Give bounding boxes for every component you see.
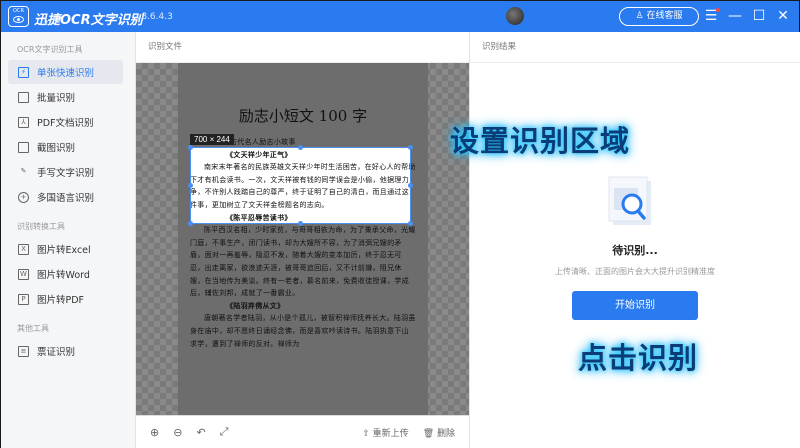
globe-icon: +: [18, 191, 29, 203]
status-text: 待识别...: [612, 244, 658, 257]
resize-handle[interactable]: [408, 221, 413, 226]
section-other-tools: 其他工具: [17, 324, 49, 333]
sidebar-item-label: 截图识别: [37, 143, 76, 154]
delete-button[interactable]: 🗑 删除: [423, 426, 455, 439]
logo-text: OCR: [13, 8, 24, 14]
pane-divider: [469, 32, 470, 448]
section-convert-tools: 识别转换工具: [17, 222, 65, 231]
title-bar: OCR 迅捷OCR文字识别 v8.6.4.3 ♙ 在线客服 ☰ — ☐ ✕: [0, 0, 800, 32]
hint-text: 上传清晰、正面的图片会大大提升识别精准度: [555, 267, 715, 276]
sidebar-item-word[interactable]: W 图片转Word: [8, 262, 123, 286]
start-recognition-button[interactable]: 开始识别: [572, 291, 698, 320]
excel-icon: X: [18, 243, 29, 255]
sidebar-item-multilang[interactable]: + 多国语言识别: [8, 185, 123, 209]
sidebar-item-label: 图片转Excel: [37, 245, 91, 256]
pdf-file-icon: P: [18, 293, 29, 305]
zoom-out-icon[interactable]: ⊖: [173, 426, 182, 439]
selection-size-label: 700 × 244: [190, 134, 234, 145]
resize-handle[interactable]: [408, 183, 413, 188]
resize-handle[interactable]: [298, 145, 303, 150]
resize-handle[interactable]: [408, 145, 413, 150]
resize-handle[interactable]: [188, 145, 193, 150]
sidebar-item-label: 批量识别: [37, 93, 76, 104]
minimize-button[interactable]: —: [727, 7, 743, 25]
app-version: v8.6.4.3: [136, 12, 173, 22]
sidebar-item-pdf[interactable]: ⅄ PDF文档识别: [8, 110, 123, 134]
sidebar-item-single-scan[interactable]: ⚡ 单张快速识别: [8, 60, 123, 84]
doc-paragraph: 唐朝著名学者陆羽，从小是个孤儿，被智积禅师抚养长大。陆羽虽身在庙中，却不愿终日诵…: [190, 314, 416, 348]
annotation-set-area: 设置识别区域: [450, 124, 631, 158]
single-scan-icon: ⚡: [18, 66, 29, 78]
sidebar-item-ticket[interactable]: ≡ 票证识别: [8, 339, 123, 363]
delete-label: 删除: [436, 428, 455, 439]
sidebar-item-label: 多国语言识别: [37, 193, 95, 204]
resize-handle[interactable]: [298, 221, 303, 226]
sidebar-item-pdf-convert[interactable]: P 图片转PDF: [8, 287, 123, 311]
zoom-in-icon[interactable]: ⊕: [150, 426, 159, 439]
service-label: 在线客服: [646, 11, 683, 21]
doc-heading: 《陆羽弃佛从文》: [226, 300, 285, 310]
fit-screen-icon[interactable]: ⤢: [220, 425, 229, 439]
annotation-click-recognize: 点击识别: [578, 341, 699, 375]
sidebar-item-handwriting[interactable]: ✎ 手写文字识别: [8, 160, 123, 184]
trash-icon: 🗑: [422, 428, 437, 439]
sidebar-item-screenshot[interactable]: 截图识别: [8, 135, 123, 159]
sidebar-item-label: PDF文档识别: [37, 118, 94, 129]
sidebar-item-label: 图片转Word: [37, 270, 90, 281]
section-ocr-tools: OCR文字识别工具: [17, 45, 83, 54]
batch-icon: [18, 91, 29, 103]
magnifier-illustration-icon: [608, 176, 651, 225]
reupload-label: 重新上传: [372, 428, 409, 439]
word-icon: W: [18, 268, 29, 280]
app-logo: OCR: [8, 6, 29, 27]
viewer-toolbar: ⊕ ⊖ ↶ ⤢ ⇧ 重新上传 🗑 删除: [136, 415, 469, 448]
online-service-button[interactable]: ♙ 在线客服: [619, 7, 699, 26]
crop-icon: [18, 141, 29, 153]
resize-handle[interactable]: [188, 221, 193, 226]
right-pane-title: 识别结果: [470, 32, 800, 63]
app-name: 迅捷OCR文字识别: [34, 13, 143, 28]
maximize-button[interactable]: ☐: [751, 7, 767, 25]
user-icon: ♙: [635, 11, 647, 21]
sidebar-item-label: 票证识别: [37, 347, 76, 358]
sidebar-item-label: 图片转PDF: [37, 295, 85, 306]
left-pane-title: 识别文件: [136, 32, 469, 63]
resize-handle[interactable]: [188, 183, 193, 188]
doc-paragraph: 陈平西汉名相，少时家贫，与哥哥相依为命，为了秉承父命，光耀门庭，不事生产，闭门读…: [190, 226, 416, 298]
upload-icon: ⇧: [362, 428, 373, 439]
pdf-icon: ⅄: [18, 116, 29, 128]
rotate-icon[interactable]: ↶: [196, 426, 205, 439]
close-button[interactable]: ✕: [775, 7, 791, 25]
ticket-icon: ≡: [18, 345, 29, 357]
doc-heading: 《文天祥少年正气》: [226, 149, 292, 159]
sidebar-item-label: 单张快速识别: [37, 68, 95, 79]
reupload-button[interactable]: ⇧ 重新上传: [362, 426, 408, 439]
sidebar-item-batch[interactable]: 批量识别: [8, 85, 123, 109]
sidebar: OCR文字识别工具 ⚡ 单张快速识别 批量识别 ⅄ PDF文档识别 截图识别 ✎ 手写…: [0, 32, 136, 448]
doc-title: 励志小短文 100 字: [238, 107, 368, 125]
doc-paragraph: 南宋末年著名的民族英雄文天祥少年时生活困苦，在好心人的帮助下才有机会读书。一次，…: [190, 163, 416, 209]
sidebar-item-excel[interactable]: X 图片转Excel: [8, 237, 123, 261]
sidebar-item-label: 手写文字识别: [37, 168, 95, 179]
pen-icon: ✎: [20, 166, 27, 175]
eye-icon: [13, 16, 24, 23]
notification-dot: [716, 8, 720, 12]
document-page: 励志小短文 100 字 古代名人励志小故事 《文天祥少年正气》 南宋末年著名的民…: [178, 63, 428, 415]
image-viewer[interactable]: 励志小短文 100 字 古代名人励志小故事 《文天祥少年正气》 南宋末年著名的民…: [136, 63, 469, 415]
avatar[interactable]: [506, 7, 524, 25]
